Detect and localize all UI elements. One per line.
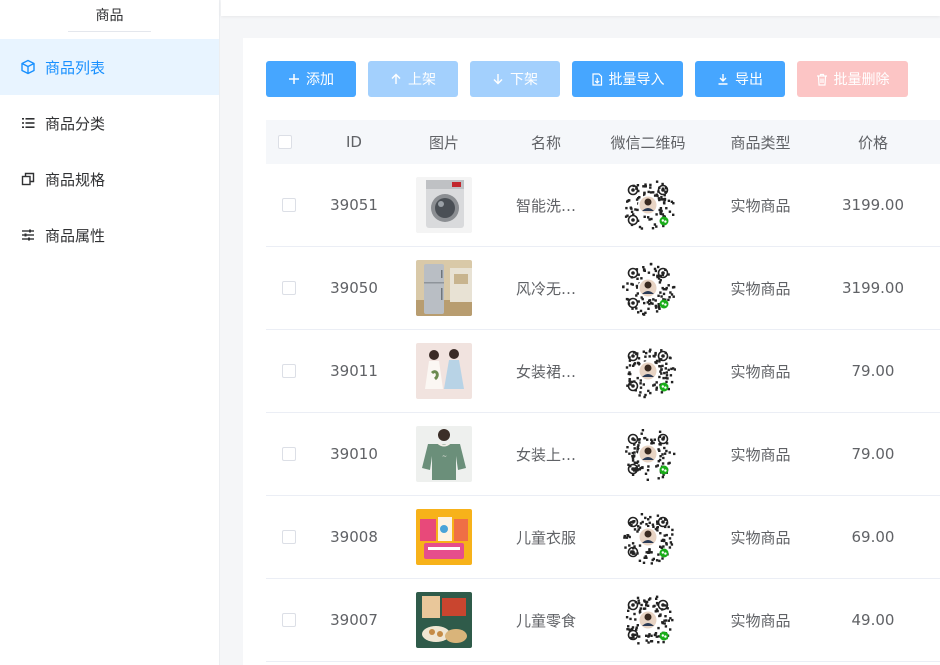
wechat-qr-code[interactable] (620, 260, 676, 316)
trash-icon (816, 73, 828, 86)
sidebar-item-product-attr[interactable]: 商品属性 (0, 207, 219, 263)
list-icon (20, 115, 36, 131)
select-all-checkbox[interactable] (278, 135, 292, 149)
cell-name: 儿童衣服 (515, 528, 576, 547)
arrow-down-icon (492, 73, 504, 85)
cell-name: 风冷无… (515, 279, 576, 298)
off-shelf-button-label: 下架 (510, 72, 538, 88)
cube-icon (20, 59, 36, 75)
cell-id: 39050 (330, 279, 378, 297)
cell-type: 实物商品 (730, 279, 791, 298)
product-image[interactable] (416, 343, 472, 399)
add-button-label: 添加 (306, 72, 334, 88)
cell-id: 39010 (330, 445, 378, 463)
download-icon (717, 73, 729, 85)
row-checkbox[interactable] (282, 364, 296, 378)
sidebar-item-product-spec[interactable]: 商品规格 (0, 151, 219, 207)
header-id: ID (346, 133, 362, 151)
product-image[interactable]: ~ (416, 426, 472, 482)
toolbar: 添加 上架 下架 批量导入 导出 批量删除 (266, 61, 920, 97)
sidebar-item-product-category[interactable]: 商品分类 (0, 95, 219, 151)
sidebar-item-label: 商品属性 (45, 226, 106, 245)
batch-import-button[interactable]: 批量导入 (572, 61, 683, 97)
table-body: 39051 智能洗… 实物商品 3199.00 39050 风冷无… 实物商品 … (266, 164, 940, 662)
cell-type: 实物商品 (730, 362, 791, 381)
table-row: 39007 儿童零食 实物商品 49.00 (266, 579, 940, 662)
copy-icon (20, 171, 36, 187)
cell-id: 39011 (330, 362, 378, 380)
cell-type: 实物商品 (730, 528, 791, 547)
cell-price: 49.00 (851, 611, 895, 629)
wechat-qr-code[interactable] (620, 592, 676, 648)
sidebar-item-label: 商品列表 (45, 58, 106, 77)
row-checkbox[interactable] (282, 281, 296, 295)
batch-import-button-label: 批量导入 (608, 72, 665, 88)
wechat-qr-code[interactable] (620, 509, 676, 565)
product-image[interactable] (416, 260, 472, 316)
table-header: ID 图片 名称 微信二维码 商品类型 价格 (266, 120, 940, 164)
product-image[interactable] (416, 592, 472, 648)
add-button[interactable]: 添加 (266, 61, 356, 97)
cell-price: 3199.00 (841, 279, 905, 297)
cell-name: 女装上… (515, 445, 576, 464)
sidebar-menu: 商品列表 商品分类 商品规格 商品属性 (0, 39, 219, 263)
wechat-qr-code[interactable] (620, 426, 676, 482)
cell-name: 儿童零食 (515, 611, 576, 630)
product-table: ID 图片 名称 微信二维码 商品类型 价格 39051 智能洗… 实物商品 3… (266, 120, 940, 662)
cell-name: 智能洗… (515, 196, 576, 215)
sidebar: 商品 商品列表 商品分类 商品规格 商品属性 (0, 0, 220, 665)
row-checkbox[interactable] (282, 198, 296, 212)
cell-id: 39007 (330, 611, 378, 629)
file-import-icon (591, 72, 603, 86)
header-image: 图片 (428, 133, 459, 152)
cell-price: 79.00 (851, 362, 895, 380)
main-card: 添加 上架 下架 批量导入 导出 批量删除 ID 图片 名称 微信二维码 商品类… (243, 38, 940, 665)
sidebar-item-label: 商品分类 (45, 114, 106, 133)
header-qr: 微信二维码 (610, 133, 686, 152)
batch-delete-button[interactable]: 批量删除 (797, 61, 908, 97)
header-price: 价格 (857, 133, 888, 152)
sliders-icon (20, 227, 36, 243)
cell-type: 实物商品 (730, 196, 791, 215)
row-checkbox[interactable] (282, 530, 296, 544)
cell-price: 69.00 (851, 528, 895, 546)
cell-type: 实物商品 (730, 611, 791, 630)
wechat-qr-code[interactable] (620, 343, 677, 399)
table-row: 39050 风冷无… 实物商品 3199.00 (266, 247, 940, 330)
product-image[interactable] (416, 177, 472, 233)
plus-icon (288, 73, 300, 85)
batch-delete-button-label: 批量删除 (833, 72, 890, 88)
cell-price: 3199.00 (841, 196, 905, 214)
cell-type: 实物商品 (730, 445, 791, 464)
on-shelf-button[interactable]: 上架 (368, 61, 458, 97)
header-name: 名称 (530, 133, 561, 152)
arrow-up-icon (390, 73, 402, 85)
export-button[interactable]: 导出 (695, 61, 785, 97)
table-row: 39008 儿童衣服 实物商品 69.00 (266, 496, 940, 579)
cell-id: 39008 (330, 528, 378, 546)
product-image[interactable] (416, 509, 472, 565)
off-shelf-button[interactable]: 下架 (470, 61, 560, 97)
table-row: 39011 女装裙… 实物商品 79.00 (266, 330, 940, 413)
svg-text:~: ~ (442, 453, 447, 460)
on-shelf-button-label: 上架 (408, 72, 436, 88)
wechat-qr-code[interactable] (620, 177, 676, 233)
export-button-label: 导出 (735, 72, 763, 88)
table-row: 39051 智能洗… 实物商品 3199.00 (266, 164, 940, 247)
sidebar-item-label: 商品规格 (45, 170, 106, 189)
row-checkbox[interactable] (282, 613, 296, 627)
sidebar-title: 商品 (0, 0, 219, 32)
top-bar (221, 0, 940, 16)
cell-name: 女装裙… (515, 362, 576, 381)
cell-id: 39051 (330, 196, 378, 214)
table-row: 39010 ~ 女装上… 实物商品 79.00 (266, 413, 940, 496)
header-type: 商品类型 (730, 133, 791, 152)
sidebar-item-product-list[interactable]: 商品列表 (0, 39, 219, 95)
row-checkbox[interactable] (282, 447, 296, 461)
cell-price: 79.00 (851, 445, 895, 463)
